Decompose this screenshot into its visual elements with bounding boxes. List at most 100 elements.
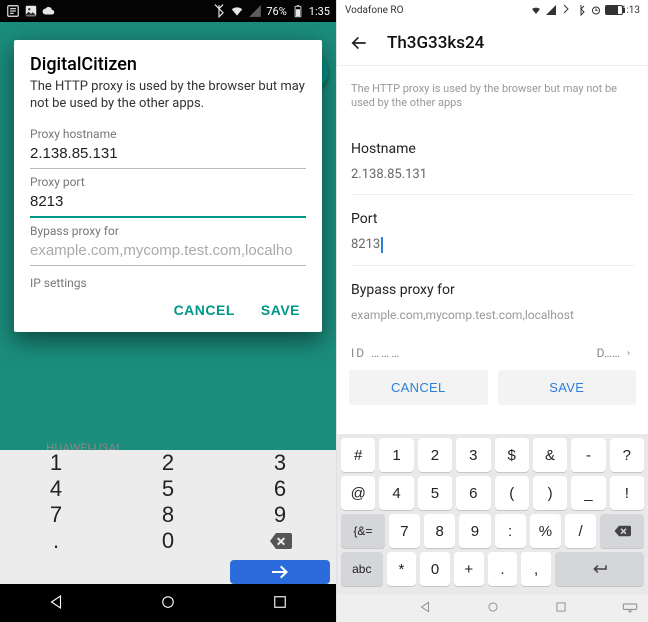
- key-0[interactable]: 0: [112, 528, 224, 554]
- key-period[interactable]: .: [488, 552, 518, 586]
- key-0[interactable]: 0: [420, 552, 450, 586]
- key-abc[interactable]: abc: [341, 552, 383, 586]
- numeric-keyboard: 1 2 3 4 5 6 7 8 9 . 0: [0, 450, 336, 584]
- key-colon[interactable]: :: [495, 514, 526, 548]
- nav-home[interactable]: [486, 600, 500, 617]
- android-nav-bar: [337, 594, 648, 622]
- hostname-label: Hostname: [351, 141, 634, 157]
- nav-home[interactable]: [159, 593, 177, 614]
- bypass-input[interactable]: [30, 238, 306, 266]
- key-qmark[interactable]: ?: [610, 438, 644, 472]
- key-underscore[interactable]: _: [571, 476, 605, 510]
- battery-pct: 76%: [266, 5, 286, 18]
- hostname-label: Proxy hostname: [30, 127, 306, 141]
- key-backspace[interactable]: [224, 528, 336, 554]
- dialog-title: DigitalCitizen: [30, 54, 306, 75]
- key-7[interactable]: 7: [389, 514, 420, 548]
- save-button[interactable]: SAVE: [498, 370, 637, 405]
- key-3[interactable]: 3: [224, 450, 336, 476]
- ip-settings-row[interactable]: ID ……… D……: [351, 334, 634, 360]
- key-rparen[interactable]: ): [533, 476, 567, 510]
- key-8[interactable]: 8: [424, 514, 455, 548]
- key-8[interactable]: 8: [112, 502, 224, 528]
- status-bar: Vodafone RO 79 1:13: [337, 0, 648, 20]
- key-5[interactable]: 5: [418, 476, 452, 510]
- bypass-input[interactable]: example.com,mycomp.test.com,localhost: [351, 308, 634, 334]
- key-2[interactable]: 2: [112, 450, 224, 476]
- key-excl[interactable]: !: [610, 476, 644, 510]
- signal-icon: [545, 4, 557, 16]
- nav-recents[interactable]: [554, 600, 568, 617]
- key-lparen[interactable]: (: [495, 476, 529, 510]
- key-3[interactable]: 3: [456, 438, 490, 472]
- status-time: 1:35: [309, 5, 330, 18]
- key-dollar[interactable]: $: [495, 438, 529, 472]
- symbol-keyboard: # 1 2 3 $ & - ? @ 4 5 6 ( ) _ ! {&=: [337, 434, 648, 594]
- key-9[interactable]: 9: [459, 514, 490, 548]
- key-amp[interactable]: &: [533, 438, 567, 472]
- nav-back[interactable]: [418, 600, 432, 617]
- key-dash[interactable]: -: [571, 438, 605, 472]
- status-bar: 76% 1:35: [0, 0, 336, 22]
- bypass-label: Bypass proxy for: [351, 282, 634, 298]
- chevron-right-icon: [624, 348, 634, 358]
- battery-icon: [291, 4, 305, 18]
- proxy-form: The HTTP proxy is used by the browser bu…: [337, 66, 648, 360]
- key-4[interactable]: 4: [0, 476, 112, 502]
- key-1[interactable]: 1: [379, 438, 413, 472]
- key-plus[interactable]: +: [454, 552, 484, 586]
- key-2[interactable]: 2: [418, 438, 452, 472]
- wifi-icon: [230, 4, 244, 18]
- back-arrow-icon[interactable]: [349, 33, 369, 53]
- key-percent[interactable]: %: [530, 514, 561, 548]
- page-title: Th3G33ks24: [387, 33, 484, 53]
- dialog-description: The HTTP proxy is used by the browser bu…: [30, 79, 306, 113]
- key-comma[interactable]: ,: [521, 552, 551, 586]
- ip-settings-label[interactable]: IP settings: [30, 276, 306, 290]
- hide-keyboard[interactable]: [622, 601, 638, 616]
- phone-emui: Vodafone RO 79 1:13 Th3G33ks24 The HTTP …: [336, 0, 648, 622]
- key-5[interactable]: 5: [112, 476, 224, 502]
- cancel-button[interactable]: CANCEL: [349, 370, 488, 405]
- notif-icon: [6, 4, 20, 18]
- key-7[interactable]: 7: [0, 502, 112, 528]
- alarm-icon: [590, 4, 602, 16]
- page-header: Th3G33ks24: [337, 20, 648, 66]
- key-go[interactable]: [230, 560, 330, 584]
- key-at[interactable]: @: [341, 476, 375, 510]
- key-backspace[interactable]: [600, 514, 644, 548]
- hostname-input[interactable]: [30, 141, 306, 169]
- bluetooth-icon: [212, 4, 226, 18]
- carrier-label: Vodafone RO: [345, 5, 403, 16]
- port-input[interactable]: [30, 189, 306, 218]
- key-6[interactable]: 6: [456, 476, 490, 510]
- port-label: Port: [351, 211, 634, 227]
- key-dot[interactable]: .: [0, 528, 112, 554]
- nav-back[interactable]: [47, 593, 65, 614]
- key-star[interactable]: *: [387, 552, 417, 586]
- vibrate-icon: [560, 4, 572, 16]
- key-4[interactable]: 4: [379, 476, 413, 510]
- bypass-label: Bypass proxy for: [30, 224, 306, 238]
- save-button[interactable]: SAVE: [261, 302, 300, 318]
- key-hash[interactable]: #: [341, 438, 375, 472]
- image-icon: [24, 4, 38, 18]
- key-6[interactable]: 6: [224, 476, 336, 502]
- dialog-actions: CANCEL SAVE: [337, 360, 648, 415]
- nav-recents[interactable]: [271, 593, 289, 614]
- bluetooth-icon: [575, 4, 587, 16]
- key-1[interactable]: 1: [0, 450, 112, 476]
- hostname-input[interactable]: 2.138.85.131: [351, 167, 634, 195]
- cloud-icon: [42, 4, 56, 18]
- phone-stock-android: 76% 1:35 HUAWEI-U3At DigitalCitizen The …: [0, 0, 336, 622]
- signal-icon: [248, 4, 262, 18]
- cancel-button[interactable]: CANCEL: [174, 302, 235, 318]
- text-cursor: [381, 237, 383, 253]
- key-9[interactable]: 9: [224, 502, 336, 528]
- proxy-dialog: DigitalCitizen The HTTP proxy is used by…: [14, 40, 322, 332]
- key-slash[interactable]: /: [565, 514, 596, 548]
- key-return[interactable]: [555, 552, 644, 586]
- port-input[interactable]: 8213: [351, 237, 634, 266]
- port-label: Proxy port: [30, 175, 306, 189]
- key-more-symbols[interactable]: {&=: [341, 514, 385, 548]
